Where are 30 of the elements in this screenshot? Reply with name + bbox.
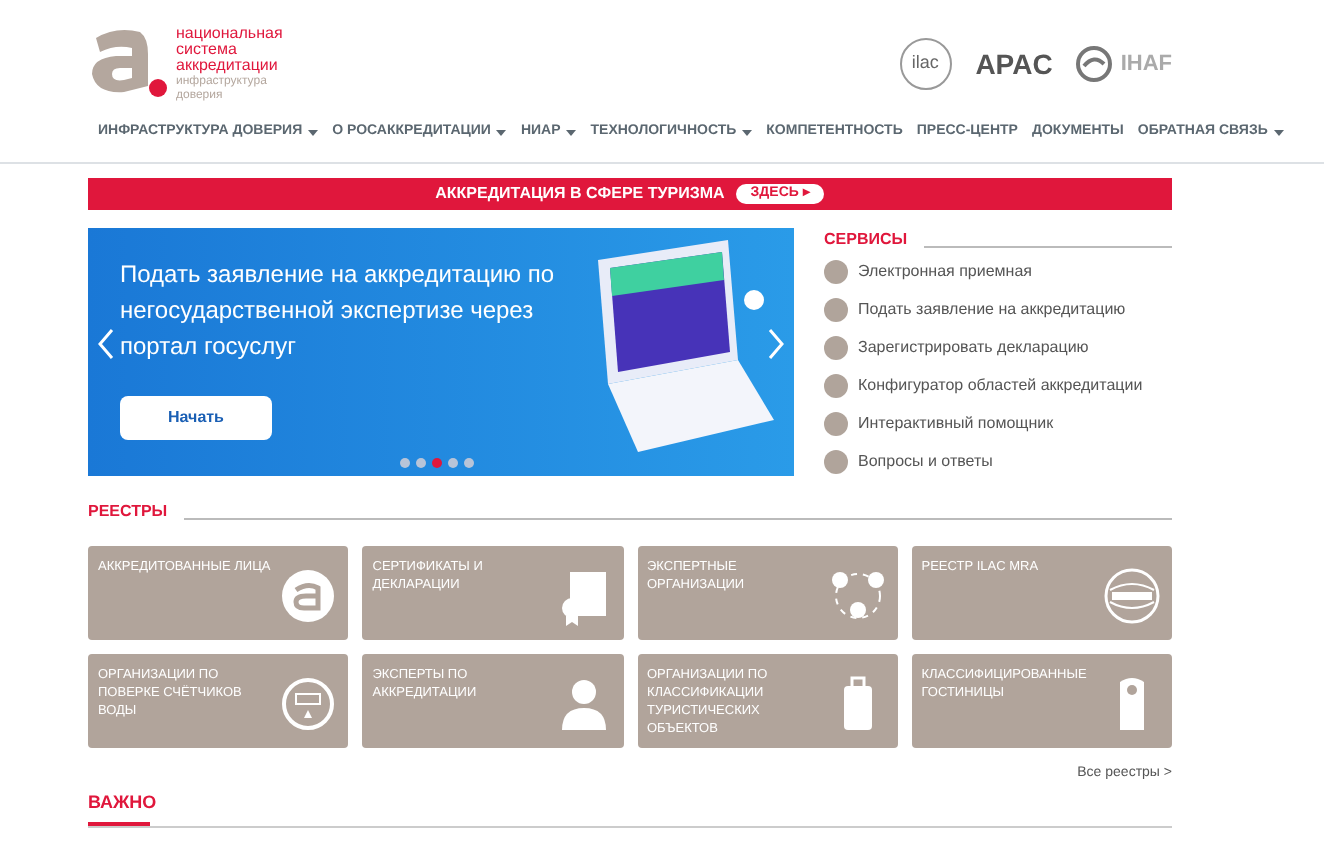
- service-link[interactable]: Конфигуратор областей аккредитации: [858, 373, 1143, 397]
- service-link[interactable]: Электронная приемная: [858, 259, 1032, 283]
- start-button[interactable]: Начать: [120, 396, 272, 440]
- slider-headline: Подать заявление на аккредитацию по негосударственной экспертизе через портал госуслуг: [120, 258, 557, 364]
- caret-icon: [742, 130, 753, 136]
- logo-title: национальная система аккредитации: [176, 25, 285, 73]
- section-title: РЕЕСТРЫ: [88, 500, 168, 524]
- service-link[interactable]: Подать заявление на аккредитацию: [858, 297, 1126, 321]
- service-link[interactable]: Вопросы и ответы: [858, 449, 993, 473]
- service-link[interactable]: Интерактивный помощник: [858, 411, 1054, 435]
- partner-logo[interactable]: ilac: [899, 38, 952, 90]
- partner-logo[interactable]: APAC: [975, 43, 1053, 85]
- logo-icon[interactable]: [88, 25, 168, 97]
- caret-icon: [1273, 130, 1284, 136]
- letter-logo-icon: [278, 566, 339, 626]
- service-icon: [824, 259, 848, 283]
- swirl-icon: [1076, 46, 1113, 82]
- caret-icon: [566, 130, 577, 136]
- service-link[interactable]: Зарегистрировать декларацию: [858, 335, 1089, 359]
- service-icon: [824, 297, 848, 321]
- service-icon: [824, 373, 848, 397]
- banner-text: АККРЕДИТАЦИЯ В СФЕРЕ ТУРИЗМА: [435, 182, 725, 206]
- seal-icon: [1102, 566, 1162, 626]
- service-icon: [824, 411, 848, 435]
- service-icon: [824, 335, 848, 359]
- caret-icon: [308, 130, 319, 136]
- service-icon: [824, 449, 848, 473]
- section-title: СЕРВИСЫ: [824, 228, 908, 252]
- water-meter-icon: [278, 674, 339, 734]
- caret-icon: [496, 130, 507, 136]
